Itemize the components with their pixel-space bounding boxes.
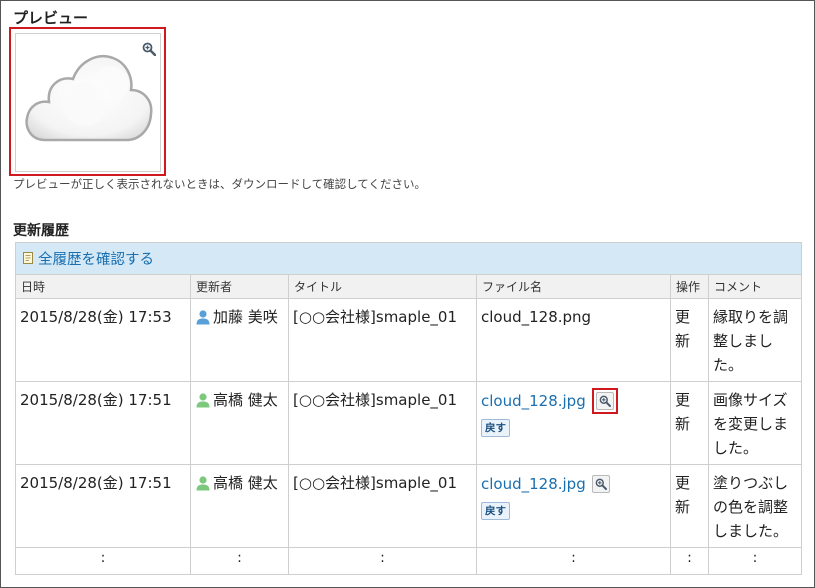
revert-button[interactable]: 戻す: [481, 502, 510, 520]
cell-file: cloud_128.png: [476, 298, 671, 382]
zoom-highlight: [591, 388, 618, 414]
cell-user: 高橋 健太: [190, 464, 289, 548]
col-filename: ファイル名: [476, 274, 671, 299]
cell-datetime: 2015/8/28(金) 17:53: [15, 298, 191, 382]
cell-title: [○○会社様]smaple_01: [288, 298, 477, 382]
file-link[interactable]: cloud_128.jpg: [481, 472, 586, 496]
cell-file: cloud_128.jpg 戻す: [476, 381, 671, 465]
document-icon: [23, 252, 33, 265]
user-name: 加藤 美咲: [213, 308, 278, 326]
cell-file: cloud_128.jpg 戻す: [476, 464, 671, 548]
cell-operation: 更新: [670, 464, 709, 548]
col-operation: 操作: [670, 274, 709, 299]
user-name: 高橋 健太: [213, 391, 278, 409]
ellipsis: :: [288, 547, 477, 575]
cell-operation: 更新: [670, 381, 709, 465]
file-link[interactable]: cloud_128.jpg: [481, 389, 586, 413]
ellipsis: :: [707, 547, 803, 575]
history-table: 全履歴を確認する 日時 更新者 タイトル ファイル名 操作 コメント 2015/…: [14, 242, 803, 575]
zoom-button[interactable]: [595, 392, 614, 410]
user-name: 高橋 健太: [213, 474, 278, 492]
col-datetime: 日時: [15, 274, 191, 299]
history-header-bar: 全履歴を確認する: [14, 242, 803, 275]
revert-button[interactable]: 戻す: [481, 419, 510, 437]
zoom-icon: [599, 395, 611, 407]
user-link[interactable]: 高橋 健太: [195, 471, 278, 495]
table-row: 2015/8/28(金) 17:51 高橋 健太 [○○会社様]smaple_0…: [15, 464, 803, 548]
preview-highlight: [9, 27, 166, 176]
user-icon: [196, 476, 210, 491]
cell-user: 高橋 健太: [190, 381, 289, 465]
user-link[interactable]: 高橋 健太: [195, 388, 278, 412]
zoom-icon: [595, 478, 607, 490]
history-heading: 更新履歴: [13, 223, 69, 239]
all-history-label: 全履歴を確認する: [38, 251, 154, 268]
column-headers: 日時 更新者 タイトル ファイル名 操作 コメント: [15, 274, 803, 299]
ellipsis-row: : : : : : :: [15, 547, 803, 575]
zoom-button[interactable]: [591, 475, 610, 493]
preview-note: プレビューが正しく表示されないときは、ダウンロードして確認してください。: [13, 177, 426, 191]
cell-title: [○○会社様]smaple_01: [288, 464, 477, 548]
cell-datetime: 2015/8/28(金) 17:51: [15, 464, 191, 548]
cloud-image: [25, 55, 153, 142]
preview-thumbnail[interactable]: [15, 33, 161, 172]
cell-datetime: 2015/8/28(金) 17:51: [15, 381, 191, 465]
col-comment: コメント: [707, 274, 803, 299]
cell-comment: 塗りつぶしの色を調整しました。: [707, 464, 803, 548]
cell-user: 加藤 美咲: [190, 298, 289, 382]
ellipsis: :: [15, 547, 191, 575]
cell-comment: 縁取りを調整しました。: [707, 298, 803, 382]
ellipsis: :: [476, 547, 671, 575]
cell-comment: 画像サイズを変更しました。: [707, 381, 803, 465]
col-title: タイトル: [288, 274, 477, 299]
page-frame: プレビュー プレビューが正しく表示されないときは、ダウンロードして確認してくださ…: [0, 0, 815, 588]
user-link[interactable]: 加藤 美咲: [195, 305, 278, 329]
cell-operation: 更新: [670, 298, 709, 382]
ellipsis: :: [190, 547, 289, 575]
cell-title: [○○会社様]smaple_01: [288, 381, 477, 465]
preview-heading: プレビュー: [13, 9, 89, 27]
user-icon: [196, 310, 210, 325]
table-row: 2015/8/28(金) 17:51 高橋 健太 [○○会社様]smaple_0…: [15, 381, 803, 465]
all-history-link[interactable]: 全履歴を確認する: [22, 248, 154, 269]
table-row: 2015/8/28(金) 17:53 加藤 美咲 [○○会社様]smaple_0…: [15, 298, 803, 382]
ellipsis: :: [670, 547, 709, 575]
user-icon: [196, 393, 210, 408]
col-user: 更新者: [190, 274, 289, 299]
